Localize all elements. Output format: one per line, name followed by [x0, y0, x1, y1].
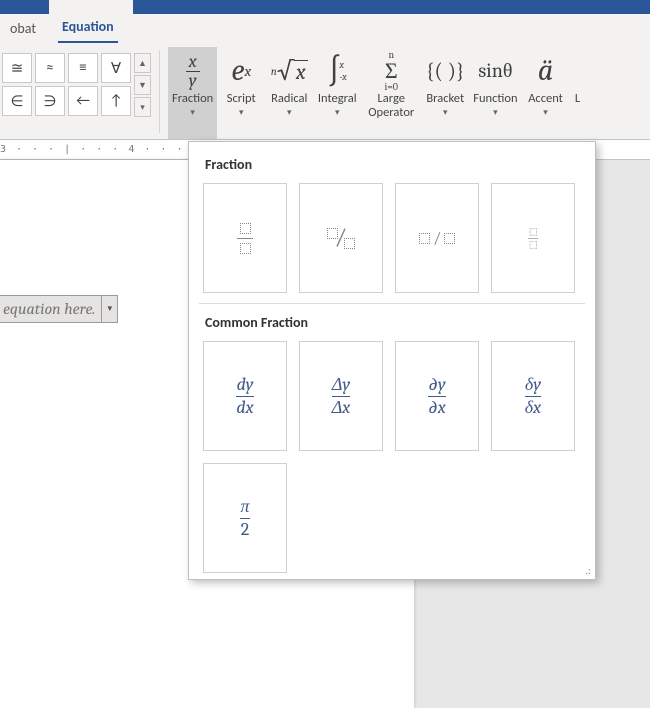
resize-grip-icon[interactable]: .: [585, 564, 591, 577]
script-button[interactable]: ex Script ▾ [217, 47, 265, 139]
symbol-cell[interactable]: ∋ [35, 86, 65, 116]
chevron-down-icon: ▾ [543, 107, 548, 118]
ribbon-divider [159, 50, 160, 133]
numerator: Δy [332, 375, 350, 395]
chevron-down-icon: ▾ [287, 107, 292, 118]
slash-icon: / [433, 229, 441, 247]
integral-button[interactable]: ∫x-x Integral ▾ [313, 47, 361, 139]
large-operator-label: Large Operator [366, 91, 416, 121]
chevron-down-icon: ▾ [493, 107, 498, 118]
linear-fraction-tile[interactable]: / [395, 183, 479, 293]
deltay-deltax-tile[interactable]: Δy Δx [299, 341, 383, 451]
denominator: dx [236, 398, 253, 418]
placeholder-icon [529, 228, 536, 235]
equation-placeholder-text: equation here. [0, 300, 101, 318]
denominator: Δx [332, 398, 351, 418]
structure-buttons: xy Fraction ▾ ex Script ▾ n√x Radical ▾ … [168, 44, 584, 139]
symbol-cell[interactable]: ≡ [68, 53, 98, 83]
equation-object[interactable]: equation here. ▼ [0, 295, 118, 323]
symbol-grid: ≅ ≈ ≡ ∀ ∈ ∋ ← ↑ [2, 53, 131, 116]
chevron-down-icon: ▾ [335, 107, 340, 118]
denominator: 2 [241, 520, 250, 540]
fraction-button[interactable]: xy Fraction ▾ [168, 47, 217, 139]
placeholder-icon [327, 228, 338, 239]
dy-dx-tile[interactable]: dy dx [203, 341, 287, 451]
partialy-partialx-tile[interactable]: ∂y ∂x [395, 341, 479, 451]
common-fraction-row-1: dy dx Δy Δx ∂y ∂x δy δx [199, 341, 585, 451]
skewed-fraction-tile[interactable]: ∕ [299, 183, 383, 293]
function-label: Function [471, 91, 519, 106]
bracket-icon: {( )} [426, 51, 465, 91]
chevron-down-icon: ▾ [443, 107, 448, 118]
radical-button[interactable]: n√x Radical ▾ [265, 47, 313, 139]
script-icon: ex [231, 51, 251, 91]
script-label: Script [225, 91, 258, 106]
symbol-cell[interactable]: ≅ [2, 53, 32, 83]
limit-button[interactable]: L [570, 47, 584, 139]
symbol-cell[interactable]: ∀ [101, 53, 131, 83]
placeholder-icon [240, 223, 251, 234]
chevron-down-icon: ▾ [239, 107, 244, 118]
symbol-picker: ≅ ≈ ≡ ∀ ∈ ∋ ← ↑ ▲ ▼ ▾ [0, 44, 151, 139]
placeholder-icon [240, 243, 251, 254]
placeholder-icon [344, 238, 355, 249]
pi-over-2-tile[interactable]: π2 [203, 463, 287, 573]
tab-strip: obat Equation [0, 14, 650, 44]
fraction-label: Fraction [170, 91, 215, 106]
symbol-more[interactable]: ▾ [134, 97, 151, 117]
placeholder-icon [444, 233, 455, 244]
gallery-divider [199, 303, 585, 304]
fraction-bar-icon [237, 238, 253, 239]
accent-icon: ä [538, 51, 553, 91]
accent-button[interactable]: ä Accent ▾ [522, 47, 570, 139]
numerator: δy [525, 375, 541, 395]
fraction-bar-icon [528, 238, 538, 239]
symbol-cell[interactable]: ∈ [2, 86, 32, 116]
limit-label: L [573, 91, 582, 106]
gallery-section-fraction: Fraction [205, 156, 585, 173]
ribbon: ≅ ≈ ≡ ∀ ∈ ∋ ← ↑ ▲ ▼ ▾ xy Fraction ▾ ex S… [0, 44, 650, 140]
smalldeltay-smalldeltax-tile[interactable]: δy δx [491, 341, 575, 451]
numerator: π [240, 497, 249, 517]
chevron-down-icon: ▾ [190, 107, 195, 118]
numerator: dy [237, 375, 254, 395]
fraction-icon: xy [186, 51, 200, 91]
gallery-section-common: Common Fraction [205, 314, 585, 331]
accent-label: Accent [526, 91, 565, 106]
bracket-button[interactable]: {( )} Bracket ▾ [421, 47, 469, 139]
radical-icon: n√x [271, 51, 308, 91]
radical-label: Radical [269, 91, 309, 106]
common-fraction-row-2: π2 [199, 463, 585, 573]
function-icon: sinθ [478, 51, 512, 91]
integral-label: Integral [316, 91, 359, 106]
bracket-label: Bracket [424, 91, 466, 106]
numerator: ∂y [428, 375, 445, 395]
sigma-icon: nΣi=0 [385, 51, 398, 91]
small-fraction-tile[interactable] [491, 183, 575, 293]
fraction-templates-row: ∕ / [199, 183, 585, 293]
symbol-scroll-up[interactable]: ▲ [134, 53, 151, 73]
large-operator-button[interactable]: nΣi=0 Large Operator [361, 47, 421, 139]
denominator: δx [525, 398, 541, 418]
symbol-cell[interactable]: ← [68, 86, 98, 116]
symbol-scroll: ▲ ▼ ▾ [134, 53, 151, 119]
symbol-cell[interactable]: ↑ [101, 86, 131, 116]
slash-icon: ∕ [340, 223, 343, 253]
fraction-gallery: Fraction ∕ / Common Fraction dy dx [188, 141, 596, 580]
tab-equation[interactable]: Equation [58, 12, 118, 43]
symbol-cell[interactable]: ≈ [35, 53, 65, 83]
stacked-fraction-tile[interactable] [203, 183, 287, 293]
function-button[interactable]: sinθ Function ▾ [469, 47, 521, 139]
integral-icon: ∫x-x [328, 51, 347, 91]
tab-acrobat[interactable]: obat [6, 14, 40, 43]
denominator: ∂x [428, 398, 446, 418]
placeholder-icon [419, 233, 430, 244]
equation-dropdown[interactable]: ▼ [101, 296, 117, 322]
placeholder-icon [529, 241, 536, 248]
symbol-scroll-down[interactable]: ▼ [134, 75, 151, 95]
